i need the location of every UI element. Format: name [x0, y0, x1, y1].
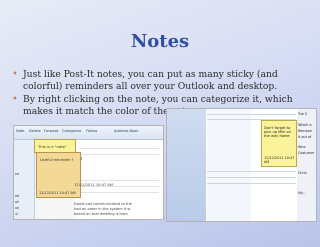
note-timestamp: 12/12/2011 10:47 AM [74, 183, 113, 187]
inbox-fragment: Tue 5 [298, 112, 308, 116]
sticky-note[interactable]: Don't forget to pick up Milk on the way … [261, 120, 297, 167]
slide-title: Notes [130, 31, 190, 52]
ribbon-note-button[interactable]: Note [16, 129, 25, 133]
bullet-dot-icon: • [12, 94, 18, 105]
inbox-fragment: My... [298, 191, 306, 195]
email-line: had an order in the system it w [74, 207, 131, 211]
note-text: Don't forget to pick up Milk on the way … [264, 126, 291, 139]
inbox-fragment: Who [298, 145, 306, 149]
navigation-pane: ne ed ail xe ul [14, 140, 35, 219]
inbox-fragment: Costumer [298, 151, 315, 155]
note-text: This is a "note" [38, 144, 67, 149]
desktop-note-screenshot: Don't forget to pick up Milk on the way … [166, 108, 317, 222]
ribbon-forward-button[interactable]: Forward [44, 129, 58, 133]
bullet-text: Just like Post-It notes, you can put as … [23, 69, 278, 92]
inbox-fragment: Which a [298, 123, 312, 127]
inbox-fragment: it out of [298, 135, 312, 139]
note-timestamp: 12/12/2011 10:47 AM [264, 156, 295, 164]
bullet-item: • Just like Post-It notes, you can put a… [12, 69, 312, 92]
ribbon: Note Delete Forward Categorize Follow Ad… [14, 126, 163, 140]
sticky-note[interactable]: This is a "note" [34, 139, 76, 153]
slide: Notes • Just like Post-It notes, you can… [0, 0, 320, 247]
note-text: Useful reminder ! [40, 157, 74, 162]
email-line: David just communicated to the [74, 202, 132, 206]
ribbon-categorize-button[interactable]: Categorize [62, 129, 81, 133]
ribbon-address-book-button[interactable]: Address Book [114, 129, 138, 133]
sticky-note[interactable]: Useful reminder ! 12/12/2011 10:47 AM [36, 152, 81, 198]
calendar-panel [167, 109, 206, 221]
email-line: based on that deleting it from [74, 212, 128, 216]
bullet-dot-icon: • [12, 69, 18, 80]
ribbon-follow-button[interactable]: Follow [86, 129, 97, 133]
inbox-fragment: Chris [298, 171, 307, 175]
outlook-notes-screenshot: Note Delete Forward Categorize Follow Ad… [13, 125, 164, 220]
note-timestamp: 12/12/2011 10:47 AM [39, 191, 76, 195]
inbox-fragment: Remove [298, 129, 312, 133]
ribbon-delete-button[interactable]: Delete [29, 129, 41, 133]
message-column [207, 109, 251, 221]
